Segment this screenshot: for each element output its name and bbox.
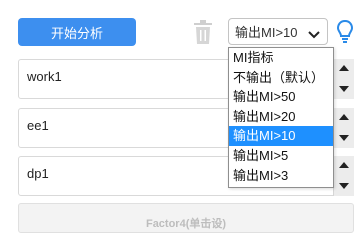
mi-options-dropdown: MI指标 不输出（默认） 输出MI>50 输出MI>20 输出MI>10 输出M… (228, 47, 334, 188)
panel-label: dp1 (27, 166, 49, 181)
chevron-down-icon (308, 27, 320, 42)
mi-output-select[interactable]: 输出MI>10 (228, 18, 328, 45)
up-arrow-icon[interactable] (339, 162, 349, 168)
mi-option[interactable]: 不输出（默认） (229, 68, 333, 88)
mi-option[interactable]: 输出MI>20 (229, 107, 333, 127)
lightbulb-icon[interactable] (336, 19, 354, 45)
panel-label: ee1 (27, 118, 49, 133)
mi-option[interactable]: 输出MI>5 (229, 146, 333, 166)
factor-label: Factor4(单击设) (145, 218, 227, 230)
down-arrow-icon[interactable] (339, 86, 349, 92)
spinner-work1[interactable] (333, 59, 354, 99)
up-arrow-icon[interactable] (339, 65, 349, 71)
spinner-ee1[interactable] (333, 108, 354, 148)
panel-label: work1 (27, 69, 62, 84)
spinner-dp1[interactable] (333, 156, 354, 196)
down-arrow-icon[interactable] (339, 183, 349, 189)
mi-select-value: 输出MI>10 (235, 25, 298, 40)
trash-icon[interactable] (193, 19, 213, 45)
mi-option[interactable]: 输出MI>3 (229, 166, 333, 186)
mi-option[interactable]: MI指标 (229, 48, 333, 68)
up-arrow-icon[interactable] (339, 114, 349, 120)
mi-option[interactable]: 输出MI>50 (229, 87, 333, 107)
down-arrow-icon[interactable] (339, 135, 349, 141)
factor-dropzone[interactable]: Factor4(单击设) (18, 203, 354, 233)
mi-option[interactable]: 输出MI>10 (229, 126, 333, 146)
start-analysis-button[interactable]: 开始分析 (18, 18, 136, 46)
